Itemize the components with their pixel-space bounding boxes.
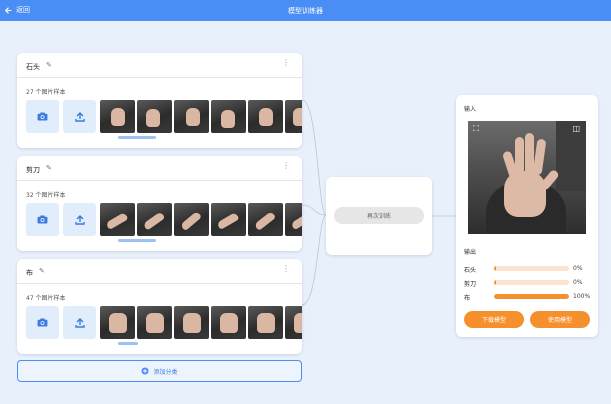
preview-card: 输入 ⛶ ◫ 输出 石头 0% 剪刀 0% 布 100% 下载模型 使用模型 xyxy=(456,95,598,337)
class-name: 布 xyxy=(26,269,33,277)
add-class-label: 添加分类 xyxy=(153,368,178,376)
use-model-button[interactable]: 使用模型 xyxy=(530,311,590,328)
sample-image[interactable] xyxy=(248,203,283,236)
sample-thumbnails xyxy=(100,306,302,339)
sample-image[interactable] xyxy=(285,100,302,133)
flip-camera-icon[interactable]: ◫ xyxy=(572,124,580,133)
camera-icon xyxy=(37,318,48,327)
sample-image[interactable] xyxy=(211,203,246,236)
output-label: 输出 xyxy=(464,249,477,256)
sample-progress-bar xyxy=(118,136,156,139)
result-name: 布 xyxy=(464,295,471,302)
sample-image[interactable] xyxy=(137,100,172,133)
class-card-scissors: 剪刀 ✎ ⋮ 32 个图片样本 xyxy=(17,156,302,251)
sample-count: 32 个图片样本 xyxy=(26,192,66,199)
pencil-icon[interactable]: ✎ xyxy=(39,267,45,275)
confidence-percent: 0% xyxy=(573,265,583,272)
sample-image[interactable] xyxy=(211,100,246,133)
result-name: 石头 xyxy=(464,267,477,274)
input-label: 输入 xyxy=(464,106,477,113)
crop-icon[interactable]: ⛶ xyxy=(473,124,479,134)
sample-image[interactable] xyxy=(174,100,209,133)
confidence-bar xyxy=(494,280,569,285)
upload-button[interactable] xyxy=(63,203,96,236)
webcam-button[interactable] xyxy=(26,306,59,339)
upload-icon xyxy=(74,317,85,328)
confidence-bar xyxy=(494,294,569,299)
confidence-percent: 0% xyxy=(573,279,583,286)
sample-count: 27 个图片样本 xyxy=(26,89,66,96)
sample-image[interactable] xyxy=(174,203,209,236)
webcam-button[interactable] xyxy=(26,203,59,236)
result-name: 剪刀 xyxy=(464,281,477,288)
sample-image[interactable] xyxy=(137,306,172,339)
sample-count: 47 个图片样本 xyxy=(26,295,66,302)
confidence-percent: 100% xyxy=(573,293,591,300)
sample-image[interactable] xyxy=(248,100,283,133)
confidence-bar xyxy=(494,266,569,271)
sample-image[interactable] xyxy=(174,306,209,339)
pencil-icon[interactable]: ✎ xyxy=(46,61,52,69)
upload-icon xyxy=(74,214,85,225)
pencil-icon[interactable]: ✎ xyxy=(46,164,52,172)
retrain-button[interactable]: 再次训练 xyxy=(334,207,424,224)
upload-button[interactable] xyxy=(63,100,96,133)
class-card-paper: 布 ✎ ⋮ 47 个图片样本 xyxy=(17,259,302,354)
upload-button[interactable] xyxy=(63,306,96,339)
class-card-header: 布 ✎ ⋮ xyxy=(17,259,302,284)
webcam-preview: ⛶ ◫ xyxy=(468,121,586,234)
sample-image[interactable] xyxy=(285,306,302,339)
plus-circle-icon xyxy=(141,367,150,375)
class-card-header: 剪刀 ✎ ⋮ xyxy=(17,156,302,181)
class-card-header: 石头 ✎ ⋮ xyxy=(17,53,302,78)
sample-image[interactable] xyxy=(285,203,302,236)
sample-progress-bar xyxy=(118,239,156,242)
sample-thumbnails xyxy=(100,100,302,133)
more-vertical-icon[interactable]: ⋮ xyxy=(282,162,290,170)
sample-image[interactable] xyxy=(211,306,246,339)
camera-icon xyxy=(37,215,48,224)
class-name: 石头 xyxy=(26,63,40,71)
more-vertical-icon[interactable]: ⋮ xyxy=(282,59,290,67)
more-vertical-icon[interactable]: ⋮ xyxy=(282,265,290,273)
class-card-rock: 石头 ✎ ⋮ 27 个图片样本 xyxy=(17,53,302,148)
training-card: 再次训练 xyxy=(326,177,432,255)
sample-image[interactable] xyxy=(100,100,135,133)
sample-progress-bar xyxy=(118,342,138,345)
sample-thumbnails xyxy=(100,203,302,236)
sample-image[interactable] xyxy=(100,306,135,339)
sample-image[interactable] xyxy=(248,306,283,339)
sample-image[interactable] xyxy=(100,203,135,236)
add-class-button[interactable]: 添加分类 xyxy=(17,360,302,382)
camera-icon xyxy=(37,112,48,121)
webcam-button[interactable] xyxy=(26,100,59,133)
class-name: 剪刀 xyxy=(26,166,40,174)
upload-icon xyxy=(74,111,85,122)
download-model-button[interactable]: 下载模型 xyxy=(464,311,524,328)
sample-image[interactable] xyxy=(137,203,172,236)
